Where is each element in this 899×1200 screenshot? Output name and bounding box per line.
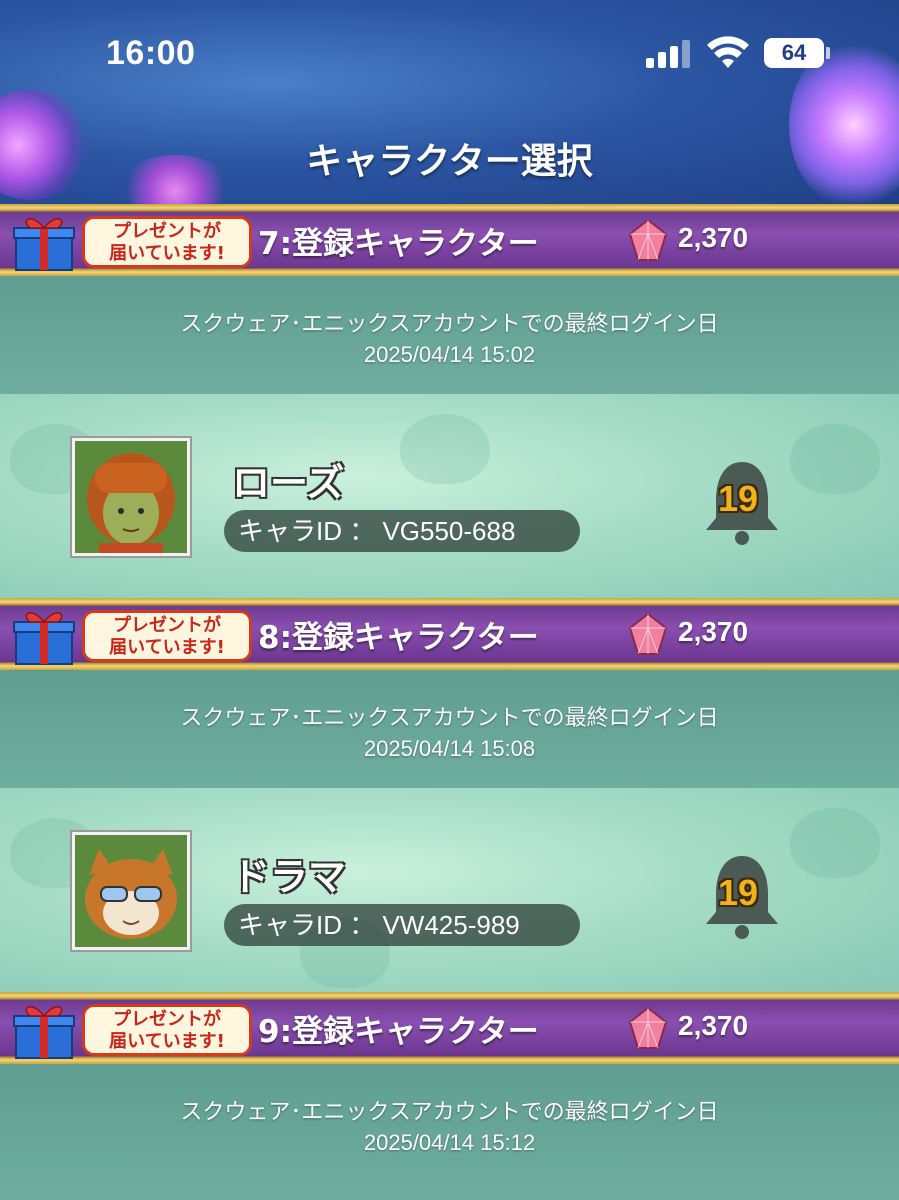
slot-title: 9:登録キャラクター <box>258 1014 539 1050</box>
present-badge: プレゼントが 届いています! <box>82 610 252 662</box>
slot-banner: プレゼントが 届いています! 7:登録キャラクター 2,370 <box>0 204 899 276</box>
slime-background <box>790 808 880 878</box>
present-badge: プレゼントが 届いています! <box>82 1004 252 1056</box>
bell-count: 19 <box>718 872 759 913</box>
bell-count: 19 <box>718 478 759 519</box>
slot-title: 8:登録キャラクター <box>258 620 539 656</box>
header: 16:00 64 キャラクター選択 <box>0 0 899 206</box>
status-time: 16:00 <box>106 34 196 72</box>
character-slot-8[interactable]: プレゼントが 届いています! 8:登録キャラクター 2,370 スクウェア･エニ… <box>0 598 899 998</box>
avatar <box>75 835 187 947</box>
character-name: ドラマ <box>232 855 347 899</box>
gem-count: 2,370 <box>678 1010 749 1041</box>
login-date: 2025/04/14 15:12 <box>363 1130 536 1155</box>
login-label: スクウェア･エニックスアカウントでの最終ログイン日 <box>180 1100 719 1125</box>
status-bar: 16:00 64 <box>0 0 899 110</box>
login-label: スクウェア･エニックスアカウントでの最終ログイン日 <box>180 312 719 337</box>
login-strip: スクウェア･エニックスアカウントでの最終ログイン日 2025/04/14 15:… <box>0 670 899 788</box>
character-portrait <box>72 832 190 950</box>
battery-icon: 64 <box>764 38 824 68</box>
character-id: キャラID ： VG550-688 <box>224 510 580 552</box>
gift-icon <box>13 1006 75 1059</box>
wifi-icon <box>707 36 749 68</box>
character-card[interactable]: ローズ キャラID ： VG550-688 19 <box>0 394 899 604</box>
login-strip: スクウェア･エニックスアカウントでの最終ログイン日 2025/04/14 15:… <box>0 1064 899 1200</box>
character-slot-7[interactable]: プレゼントが 届いています! 7:登録キャラクター 2,370 スクウェア･エニ… <box>0 204 899 604</box>
page-title: キャラクター選択 <box>306 141 593 182</box>
battery-tip <box>826 47 830 59</box>
gift-icon <box>13 218 75 271</box>
login-date: 2025/04/14 15:08 <box>363 736 536 761</box>
character-name: ローズ <box>232 461 345 505</box>
character-card[interactable]: ドラマ キャラID ： VW425-989 19 <box>0 788 899 998</box>
gem-icon <box>628 218 668 261</box>
signal-icon <box>646 40 692 68</box>
character-slot-9[interactable]: プレゼントが 届いています! 9:登録キャラクター 2,370 スクウェア･エニ… <box>0 992 899 1200</box>
gem-icon <box>628 1006 668 1049</box>
login-date: 2025/04/14 15:02 <box>363 342 536 367</box>
character-portrait <box>72 438 190 556</box>
avatar <box>75 441 187 553</box>
slime-background <box>400 414 490 484</box>
gem-icon <box>628 612 668 655</box>
character-id: キャラID ： VW425-989 <box>224 904 580 946</box>
login-label: スクウェア･エニックスアカウントでの最終ログイン日 <box>180 706 719 731</box>
login-strip: スクウェア･エニックスアカウントでの最終ログイン日 2025/04/14 15:… <box>0 276 899 394</box>
slot-title: 7:登録キャラクター <box>258 226 539 262</box>
slot-banner: プレゼントが 届いています! 9:登録キャラクター 2,370 <box>0 992 899 1064</box>
present-badge: プレゼントが 届いています! <box>82 216 252 268</box>
slime-background <box>790 424 880 494</box>
slot-banner: プレゼントが 届いています! 8:登録キャラクター 2,370 <box>0 598 899 670</box>
gem-count: 2,370 <box>678 616 749 647</box>
gem-count: 2,370 <box>678 222 749 253</box>
gift-icon <box>13 612 75 665</box>
